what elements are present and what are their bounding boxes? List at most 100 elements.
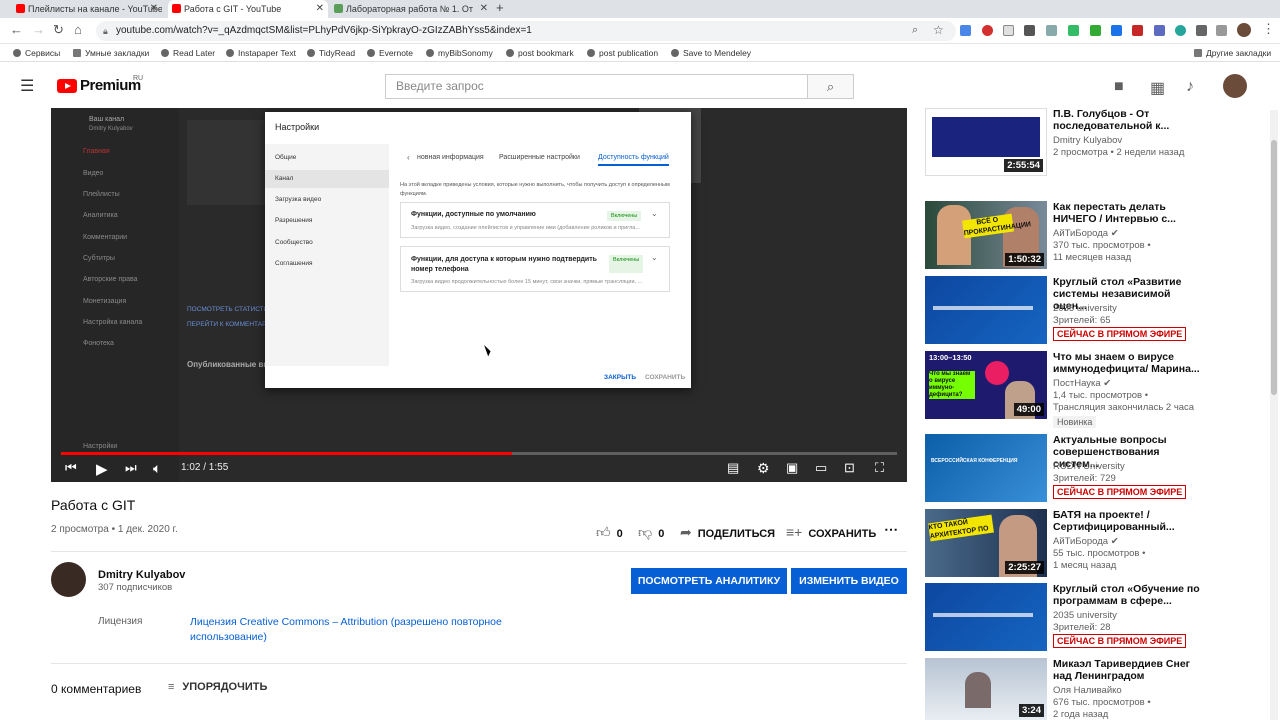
edit-video-button[interactable]: ИЗМЕНИТЬ ВИДЕО xyxy=(791,568,907,594)
recommendation-item[interactable]: 2:55:54 П.В. Голубцов - От последователь… xyxy=(925,108,1270,178)
media-icon[interactable] xyxy=(1216,25,1227,36)
evernote-extension-icon[interactable] xyxy=(1090,25,1101,36)
video-thumbnail[interactable]: 3:24 xyxy=(925,658,1047,720)
extension-icon[interactable] xyxy=(1111,25,1122,36)
video-player[interactable]: Ваш канал Dmitry Kulyabov Главная Видео … xyxy=(51,108,907,482)
zoom-icon[interactable]: ⌕ xyxy=(912,24,918,37)
recommendation-title[interactable]: Как перестать делать НИЧЕГО / Интервью с… xyxy=(1053,201,1203,225)
notifications-bell-icon[interactable]: ♪ xyxy=(1186,78,1194,96)
video-thumbnail[interactable] xyxy=(925,583,1047,651)
settings-gear-icon[interactable]: ⚙ xyxy=(757,460,770,477)
tab-lab-work[interactable]: Лабораторная работа № 1. От ✕ xyxy=(330,0,492,18)
bookmark-tidyread[interactable]: TidyRead xyxy=(306,44,355,62)
home-icon[interactable]: ⌂ xyxy=(74,22,82,37)
recommendation-title[interactable]: Круглый стол «Обучение по программам в с… xyxy=(1053,583,1203,607)
share-button[interactable]: ➦ ПОДЕЛИТЬСЯ xyxy=(680,524,775,541)
channel-name[interactable]: Dmitry Kulyabov xyxy=(98,569,185,581)
logo-text[interactable]: Premium xyxy=(80,77,141,94)
translate-extension-icon[interactable] xyxy=(960,25,971,36)
cart-extension-icon[interactable] xyxy=(1024,25,1035,36)
previous-icon[interactable]: ⏮︎ xyxy=(65,460,77,476)
video-thumbnail[interactable]: 13:00–13:50 Что мы знаем о вирусе иммуно… xyxy=(925,351,1047,419)
next-icon[interactable]: ⏭︎ xyxy=(125,460,137,476)
recommendation-item[interactable]: Круглый стол «Развитие системы независим… xyxy=(925,276,1270,346)
license-link[interactable]: Лицензия Creative Commons – Attribution … xyxy=(190,615,520,645)
progress-bar[interactable] xyxy=(61,452,897,455)
dislike-button[interactable]: 👎︎ 0 xyxy=(638,524,664,541)
recommendation-title[interactable]: П.В. Голубцов - От последовательной к... xyxy=(1053,108,1203,132)
save-button[interactable]: ≡+ СОХРАНИТЬ xyxy=(786,524,876,540)
like-button[interactable]: 👍︎ 0 xyxy=(596,524,623,541)
bookmark-star-icon[interactable]: ☆ xyxy=(933,23,944,37)
recommendation-channel[interactable]: АйТиБорода ✔︎ xyxy=(1053,536,1119,547)
puzzle-extension-icon[interactable] xyxy=(1196,25,1207,36)
recommendation-channel[interactable]: 2035 university xyxy=(1053,610,1117,621)
recommendation-channel[interactable]: Dmitry Kulyabov xyxy=(1053,135,1122,146)
close-tab-icon[interactable]: ✕ xyxy=(316,0,324,18)
bookmark-services[interactable]: Сервисы xyxy=(12,44,60,62)
cast-icon[interactable]: ⊡ xyxy=(844,460,855,476)
close-tab-icon[interactable]: ✕ xyxy=(150,0,158,18)
create-video-icon[interactable]: ■ xyxy=(1114,78,1124,96)
reload-icon[interactable]: ↻ xyxy=(53,22,64,38)
video-thumbnail[interactable]: ВСЁ О ПРОКРАСТИНАЦИИ 1:50:32 xyxy=(925,201,1047,269)
bookmark-instapaper[interactable]: Instapaper Text xyxy=(225,44,296,62)
youtube-logo-icon[interactable] xyxy=(57,79,77,93)
video-thumbnail[interactable]: КТО ТАКОЙ АРХИТЕКТОР ПО 2:25:27 xyxy=(925,509,1047,577)
bookmark-mendeley[interactable]: Save to Mendeley xyxy=(670,44,751,62)
url-field[interactable]: 🔒︎ youtube.com/watch?v=_qAzdmqctSM&list=… xyxy=(96,21,956,41)
extension-icon[interactable] xyxy=(1046,25,1057,36)
tab-git-video[interactable]: Работа с GIT - YouTube ✕ xyxy=(168,0,328,18)
recommendation-channel[interactable]: 2035 university xyxy=(1053,303,1117,314)
recommendation-channel[interactable]: ПостНаука ✔︎ xyxy=(1053,378,1111,389)
recommendation-item[interactable]: Круглый стол «Обучение по программам в с… xyxy=(925,583,1270,653)
pocket-extension-icon[interactable] xyxy=(1003,25,1014,36)
recommendation-item[interactable]: 3:24 Микаэл Таривердиев Снег над Ленингр… xyxy=(925,658,1270,720)
menu-kebab-icon[interactable]: ⋮ xyxy=(1262,21,1275,37)
bookmark-read-later[interactable]: Read Later xyxy=(160,44,215,62)
back-icon[interactable]: ← xyxy=(10,22,23,37)
adblock-extension-icon[interactable] xyxy=(982,25,993,36)
volume-icon[interactable]: 🔈︎ xyxy=(153,460,161,477)
apps-grid-icon[interactable]: ▦ xyxy=(1150,78,1165,98)
close-tab-icon[interactable]: ✕ xyxy=(480,0,488,18)
forward-icon[interactable]: → xyxy=(32,22,45,37)
fullscreen-icon[interactable]: ⛶ xyxy=(875,460,884,476)
bookmark-smart[interactable]: Умные закладки xyxy=(72,44,149,62)
search-input[interactable]: Введите запрос xyxy=(385,74,808,99)
extension-icon[interactable] xyxy=(1175,25,1186,36)
recommendation-title[interactable]: Микаэл Таривердиев Снег над Ленинградом xyxy=(1053,658,1203,682)
recommendation-channel[interactable]: RUDN University xyxy=(1053,461,1125,472)
download-extension-icon[interactable] xyxy=(1068,25,1079,36)
recommendation-item[interactable]: ВСЁ О ПРОКРАСТИНАЦИИ 1:50:32 Как переста… xyxy=(925,201,1270,271)
account-avatar[interactable] xyxy=(1223,74,1247,98)
video-thumbnail[interactable] xyxy=(925,276,1047,344)
subtitles-icon[interactable]: ▤ xyxy=(727,460,739,476)
bookmark-evernote[interactable]: Evernote xyxy=(366,44,413,62)
scrollbar-thumb[interactable] xyxy=(1271,140,1277,395)
search-button[interactable]: ⌕ xyxy=(808,74,854,99)
bookmark-post-bookmark[interactable]: post bookmark xyxy=(505,44,574,62)
bookmark-post-publication[interactable]: post publication xyxy=(586,44,658,62)
tab-playlists[interactable]: Плейлисты на канале - YouTube ✕ xyxy=(12,0,162,18)
mendeley-extension-icon[interactable] xyxy=(1132,25,1143,36)
video-thumbnail[interactable]: ВСЕРОССИЙСКАЯ КОНФЕРЕНЦИЯ xyxy=(925,434,1047,502)
more-actions-button[interactable]: ⋯ xyxy=(884,521,898,538)
theater-mode-icon[interactable]: ▭ xyxy=(815,460,827,476)
recommendation-item[interactable]: 13:00–13:50 Что мы знаем о вирусе иммуно… xyxy=(925,351,1270,433)
miniplayer-icon[interactable]: ▣ xyxy=(786,460,798,476)
recommendation-title[interactable]: Что мы знаем о вирусе иммунодефицита/ Ма… xyxy=(1053,351,1203,375)
new-tab-icon[interactable]: + xyxy=(496,0,504,15)
recommendation-channel[interactable]: АйТиБорода ✔︎ xyxy=(1053,228,1119,239)
recommendation-title[interactable]: БАТЯ на проекте! / Сертифицированный... xyxy=(1053,509,1203,533)
recommendation-item[interactable]: ВСЕРОССИЙСКАЯ КОНФЕРЕНЦИЯ Актуальные воп… xyxy=(925,434,1270,504)
profile-avatar-icon[interactable] xyxy=(1237,23,1251,37)
hamburger-menu-icon[interactable]: ☰ xyxy=(20,76,34,96)
play-icon[interactable]: ▶ xyxy=(96,460,108,478)
recommendation-item[interactable]: КТО ТАКОЙ АРХИТЕКТОР ПО 2:25:27 БАТЯ на … xyxy=(925,509,1270,579)
sort-comments-button[interactable]: ≡ УПОРЯДОЧИТЬ xyxy=(168,681,267,693)
extension-icon[interactable] xyxy=(1154,25,1165,36)
bookmark-other[interactable]: Другие закладки xyxy=(1193,44,1271,62)
recommendation-channel[interactable]: Оля Наливайко xyxy=(1053,685,1122,696)
video-thumbnail[interactable]: 2:55:54 xyxy=(925,108,1047,176)
